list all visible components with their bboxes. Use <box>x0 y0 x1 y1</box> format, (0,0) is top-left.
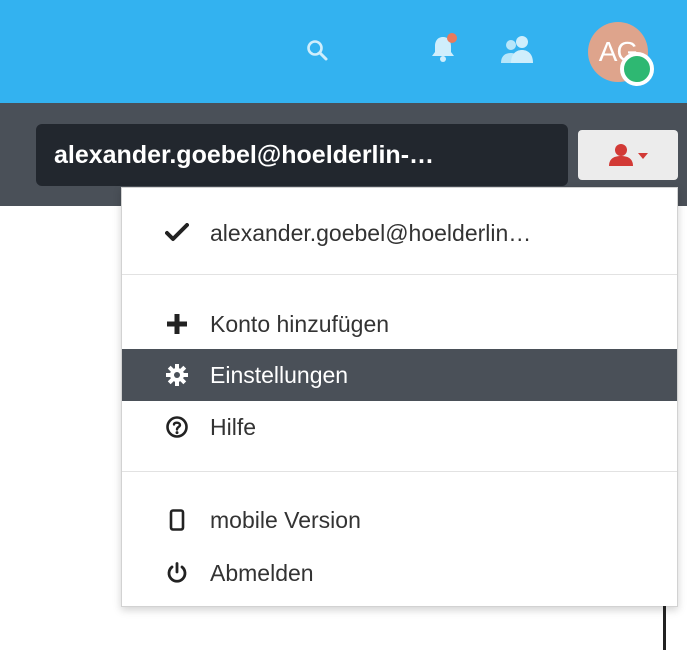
menu-divider <box>122 471 677 472</box>
people-icon[interactable] <box>497 30 537 68</box>
notification-dot <box>447 33 457 43</box>
menu-item-logout[interactable]: Abmelden <box>122 547 677 599</box>
current-account-label: alexander.goebel@hoelderlin-… <box>36 124 568 186</box>
bell-icon[interactable] <box>427 28 461 68</box>
scrollbar-edge <box>663 606 666 650</box>
menu-item-add-account[interactable]: Konto hinzufügen <box>122 298 677 350</box>
help-icon <box>164 414 190 440</box>
menu-divider <box>122 274 677 275</box>
menu-item-help[interactable]: Hilfe <box>122 401 677 453</box>
plus-icon <box>164 311 190 337</box>
menu-item-label: Einstellungen <box>210 361 349 388</box>
mobile-icon <box>164 507 190 533</box>
menu-item-label: Konto hinzufügen <box>210 310 390 337</box>
user-icon <box>609 144 633 166</box>
power-icon <box>164 560 190 586</box>
presence-status-dot <box>620 52 654 86</box>
gear-icon <box>164 362 190 388</box>
menu-item-label: alexander.goebel@hoelderlin… <box>210 219 532 246</box>
search-icon[interactable] <box>300 33 334 67</box>
menu-item-label: mobile Version <box>210 506 361 533</box>
menu-item-settings[interactable]: Einstellungen <box>122 349 677 401</box>
menu-item-label: Hilfe <box>210 413 257 440</box>
account-dropdown-menu: alexander.goebel@hoelderlin… Konto hinzu… <box>121 187 678 607</box>
menu-item-current-account[interactable]: alexander.goebel@hoelderlin… <box>122 207 677 259</box>
chevron-down-icon <box>638 153 648 159</box>
account-menu-button[interactable] <box>578 130 678 180</box>
menu-item-label: Abmelden <box>210 559 314 586</box>
menu-item-mobile-version[interactable]: mobile Version <box>122 494 677 546</box>
top-bar: AG <box>0 0 687 103</box>
check-icon <box>164 220 190 246</box>
